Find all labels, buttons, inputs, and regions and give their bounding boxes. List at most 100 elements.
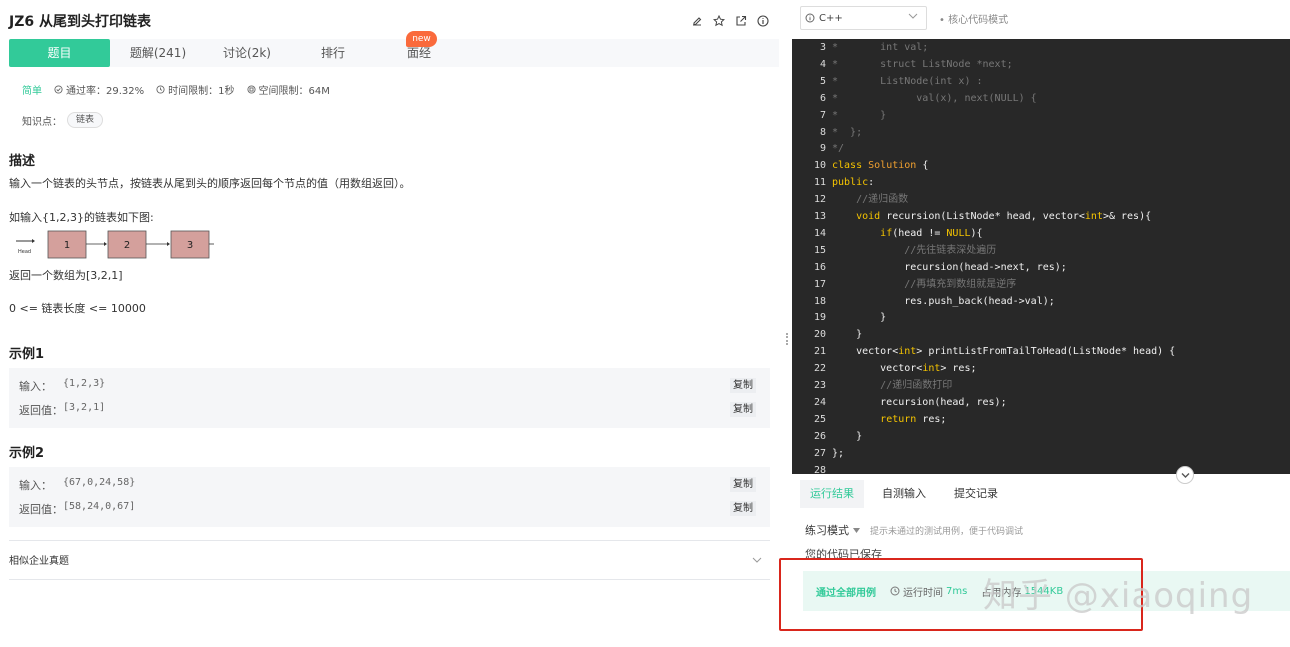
code-line[interactable]: 16 recursion(head->next, res); (792, 259, 1290, 276)
practice-mode-select[interactable]: 练习模式 (805, 522, 849, 538)
node-value: 3 (187, 240, 193, 251)
caret-down-icon[interactable] (853, 527, 860, 533)
code-line[interactable]: 26 } (792, 428, 1290, 445)
example-output-row: 返回值： [58,24,0,67] (19, 501, 135, 517)
scroll-down-button[interactable] (1176, 466, 1194, 484)
chevron-down-icon[interactable] (752, 553, 762, 567)
tab-run-result[interactable]: 运行结果 (800, 480, 864, 508)
code-text: * val(x), next(NULL) { (832, 92, 1037, 104)
info-icon (805, 13, 815, 23)
code-line[interactable]: 14 if(head != NULL){ (792, 225, 1290, 242)
copy-input-button[interactable]: 复制 (730, 477, 756, 492)
line-number: 21 (813, 346, 826, 358)
line-number: 8 (819, 126, 826, 138)
linked-list-diagram: Head 1 2 3 (16, 230, 214, 259)
line-number: 22 (813, 363, 826, 375)
pass-rate-text: 通过率：29.32% (66, 85, 145, 97)
code-line[interactable]: 13 void recursion(ListNode* head, vector… (792, 208, 1290, 225)
pane-splitter[interactable] (783, 0, 792, 647)
code-line[interactable]: 21 vector<int> printListFromTailToHead(L… (792, 343, 1290, 360)
knowledge-tag[interactable]: 链表 (67, 112, 104, 128)
code-line[interactable]: 18 res.push_back(head->val); (792, 293, 1290, 310)
code-line[interactable]: 22 vector<int> res; (792, 360, 1290, 377)
output-label: 返回值： (19, 503, 63, 516)
knowledge-points: 知识点： 链表 (22, 112, 104, 128)
time-limit-text: 时间限制：1秒 (168, 85, 235, 97)
language-select[interactable]: C++ (800, 6, 927, 30)
example-output-row: 返回值： [3,2,1] (19, 402, 105, 418)
problem-tabs: 题目 题解(241) 讨论(2k) 排行 面经 (9, 39, 779, 67)
line-number: 25 (813, 413, 826, 425)
drag-handle-icon[interactable] (786, 333, 788, 345)
list-node-1: 1 (47, 230, 87, 259)
tab-discussion[interactable]: 讨论(2k) (204, 39, 290, 67)
line-number: 18 (813, 295, 826, 307)
edit-icon[interactable] (690, 14, 703, 27)
code-line[interactable]: 12 //递归函数 (792, 191, 1290, 208)
tab-custom-input[interactable]: 自测输入 (872, 480, 936, 508)
code-line[interactable]: 27}; (792, 445, 1290, 462)
input-label: 输入： (19, 380, 52, 393)
description-heading: 描述 (9, 154, 36, 169)
code-line[interactable]: 17 //再填充到数组就是逆序 (792, 276, 1290, 293)
practice-hint: 提示未通过的测试用例，便于代码调试 (870, 526, 1024, 537)
code-text: recursion(head->next, res); (832, 261, 1067, 273)
info-icon[interactable] (756, 14, 769, 27)
divider (9, 540, 770, 541)
language-value: C++ (819, 12, 843, 24)
code-line[interactable]: 7 * } (792, 107, 1290, 124)
copy-output-button[interactable]: 复制 (730, 501, 756, 516)
tab-submission-history[interactable]: 提交记录 (944, 480, 1008, 508)
tab-ranking[interactable]: 排行 (290, 39, 376, 67)
code-text: class Solution { (832, 160, 929, 172)
line-number: 7 (819, 109, 826, 121)
code-text: recursion(head, res); (832, 396, 1007, 408)
input-value[interactable]: {1,2,3} (63, 378, 105, 394)
code-line[interactable]: 10 class Solution { (792, 157, 1290, 174)
code-line[interactable]: 15 //先往链表深处遍历 (792, 242, 1290, 259)
code-line[interactable]: 6 * val(x), next(NULL) { (792, 90, 1290, 107)
code-text: */ (832, 143, 845, 155)
line-number: 23 (813, 380, 826, 391)
problem-pane: JZ6 从尾到头打印链表 题目 题解(241) 讨论(2k) 排行 面经 new… (0, 0, 783, 647)
code-text: //再填充到数组就是逆序 (832, 278, 1017, 290)
code-line[interactable]: 28 (792, 462, 1290, 475)
line-number: 10 (813, 160, 826, 172)
code-line[interactable]: 25 return res; (792, 411, 1290, 428)
code-line[interactable]: 23 //递归函数打印 (792, 377, 1290, 394)
code-line[interactable]: 3 * int val; (792, 39, 1290, 56)
share-icon[interactable] (734, 14, 747, 27)
line-number: 3 (819, 42, 826, 53)
code-line[interactable]: 11 public: (792, 174, 1290, 191)
code-text: * struct ListNode *next; (832, 58, 1013, 70)
code-line[interactable]: 8 * }; (792, 124, 1290, 141)
tab-solutions[interactable]: 题解(241) (115, 39, 201, 67)
code-line[interactable]: 19 } (792, 309, 1290, 326)
code-text: } (832, 329, 863, 341)
code-line[interactable]: 5 * ListNode(int x) : (792, 73, 1290, 90)
code-text: }; (832, 447, 845, 459)
line-number: 17 (813, 278, 826, 290)
copy-output-button[interactable]: 复制 (730, 402, 756, 417)
head-arrow: Head (16, 239, 35, 255)
code-line[interactable]: 4 * struct ListNode *next; (792, 56, 1290, 73)
code-editor[interactable]: 3 * int val; 4 * struct ListNode *next; 5 * L… (792, 39, 1290, 474)
space-limit: 空间限制：64M (246, 82, 330, 97)
chevron-down-icon (908, 12, 918, 23)
output-value[interactable]: [58,24,0,67] (63, 501, 135, 517)
similar-questions-toggle[interactable]: 相似企业真题 (9, 552, 69, 567)
copy-input-button[interactable]: 复制 (730, 378, 756, 393)
code-line[interactable]: 9 */ (792, 140, 1290, 157)
example-input-row: 输入： {1,2,3} (19, 378, 105, 394)
line-number: 4 (819, 58, 826, 70)
input-value[interactable]: {67,0,24,58} (63, 477, 135, 493)
tab-problem[interactable]: 题目 (9, 39, 110, 67)
code-line[interactable]: 24 recursion(head, res); (792, 394, 1290, 411)
star-icon[interactable] (712, 14, 725, 27)
editor-toolbar: C++ • 核心代码模式 (792, 0, 1290, 39)
code-text: res.push_back(head->val); (832, 295, 1055, 307)
watermark: 知乎 @xiaoqing (983, 576, 1254, 616)
code-line[interactable]: 20 } (792, 326, 1290, 343)
output-value[interactable]: [3,2,1] (63, 402, 105, 418)
list-node-2: 2 (107, 230, 147, 259)
